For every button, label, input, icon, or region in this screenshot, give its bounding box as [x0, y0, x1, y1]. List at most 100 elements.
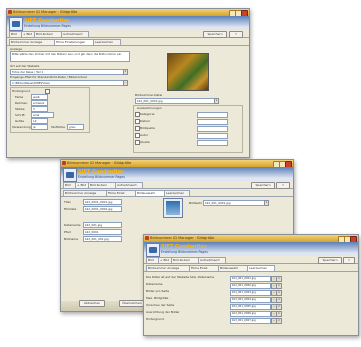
main-tabs: Bild + Bild Bild ändern Aufnahmeort Spei…: [61, 181, 293, 189]
field-label-0: Titel: [64, 200, 71, 204]
datum-field[interactable]: [197, 119, 228, 125]
tab-add-bild[interactable]: + Bild: [21, 31, 35, 38]
kategorie-field[interactable]: [197, 112, 228, 118]
verwendung-field[interactable]: ja: [31, 124, 48, 130]
dateiname-field[interactable]: bild_001.jpg: [83, 222, 122, 228]
sub-tabs: Bildnummer Anzeige Filme Einst. Bildausw…: [144, 264, 358, 272]
main-tabs: Bild + Bild Bild ändern Aufnahmeort Spei…: [144, 256, 358, 264]
row-value-field[interactable]: bild_001_0002.jpg: [230, 282, 271, 289]
app-icon: [145, 236, 149, 240]
list-item: Hintergrund bild_001_0007.jpg … ×: [146, 317, 356, 324]
clear-icon[interactable]: ×: [276, 289, 282, 296]
tab-aufnahmeort[interactable]: Aufnahmeort: [198, 257, 226, 264]
tab-bild-aendern[interactable]: Bild ändern: [34, 31, 62, 38]
field-label-4: Bildname: [64, 237, 79, 241]
right-row-0: Kategorie: [140, 112, 155, 116]
quelle-field[interactable]: [197, 140, 228, 146]
subtab-leerzeichen[interactable]: Leerzeichen: [164, 190, 190, 197]
app-subtitle: Erstellung Bildnummer-Pages: [78, 175, 125, 179]
tab-aufnahmeort[interactable]: Aufnahmeort: [115, 182, 143, 189]
preview-image: [167, 53, 209, 91]
window-settings-main: Bildnummer ID Manager · Bildgröße SIFT G…: [6, 8, 250, 158]
chevron-down-icon[interactable]: ▾: [123, 69, 128, 75]
window-file-list: Bildnummer ID Manager · Bildgröße SIFT G…: [143, 234, 359, 336]
row-value-field[interactable]: bild_001_0001.jpg: [230, 275, 271, 282]
field1-label: Ort auf der Website: [10, 64, 40, 68]
app-header: SIFT Goodwriter Erstellung Bildnummer-Pa…: [61, 167, 293, 182]
clear-icon[interactable]: ×: [276, 282, 282, 289]
clear-icon[interactable]: ×: [276, 317, 282, 324]
subtab-filme-einstellungen[interactable]: Filme Einst.: [106, 190, 136, 197]
help-button[interactable]: ?: [229, 31, 243, 38]
left-label-6: Verwendung: [12, 125, 31, 129]
tab-add-bild[interactable]: + Bild: [75, 182, 89, 189]
bildname-field[interactable]: bild_001_001.jpg: [83, 236, 122, 242]
field-label-1: Filmliste: [64, 207, 77, 211]
filmliste-field[interactable]: bild_0001_0002.jpg: [83, 206, 122, 212]
select-label: Bildwahl: [189, 201, 202, 205]
field-label-3: Pfad: [64, 230, 71, 234]
subtab-bildauswahl[interactable]: Bildauswahl: [218, 265, 248, 272]
left-label-3: Stärke: [15, 107, 25, 111]
subtab-filme-einstellungen[interactable]: Filme Einstellungen: [54, 39, 94, 46]
auszeichnungen-label: Auszeichnungen: [137, 106, 162, 110]
apply-button[interactable]: Übernehmen: [119, 300, 145, 307]
clear-icon[interactable]: ×: [276, 296, 282, 303]
help-button[interactable]: ?: [343, 257, 355, 264]
left-label-4: Schrift: [15, 113, 25, 117]
clear-icon[interactable]: ×: [276, 275, 282, 282]
tab-add-bild[interactable]: + Bild: [158, 257, 172, 264]
app-logo-icon: [63, 168, 77, 182]
image-file-field[interactable]: bild_001_0001.jpg: [135, 98, 216, 104]
pfad-field[interactable]: bild_0001: [83, 229, 122, 235]
subtab-bildnummer-anzeige[interactable]: Bildnummer Anzeige: [63, 190, 107, 197]
source-path-field[interactable]: C:\Bilder\Reise\2008\Fotos\: [10, 80, 125, 86]
row-label: Hintergrund: [146, 317, 165, 321]
subtab-bildnummer-anzeige[interactable]: Bildnummer Anzeige: [9, 39, 55, 46]
chevron-down-icon[interactable]: ▾: [214, 98, 219, 104]
app-header: SIFT Goodwriter Erstellung Bildnummer-Pa…: [7, 16, 249, 31]
textfarbe-field[interactable]: grau: [67, 124, 84, 130]
subtab-filme-einstellungen[interactable]: Filme Einst.: [189, 265, 219, 272]
field-label-2: Dateiname: [64, 223, 81, 227]
folder-browse-icon[interactable]: …: [123, 80, 128, 86]
row-label: Dateiname: [146, 282, 163, 286]
row-value-field[interactable]: bild_001_0004.jpg: [230, 296, 271, 303]
row-value-field[interactable]: bild_001_0006.jpg: [230, 310, 271, 317]
tab-bild-aendern[interactable]: Bild ändern: [88, 182, 116, 189]
window-title: Bildnummer ID Manager · Bildgröße: [13, 10, 78, 14]
app-header: SIFT Goodwriter Erstellung Bildnummer-Pa…: [144, 242, 358, 257]
right-label: Bildnummer-Datei: [135, 93, 163, 97]
cancel-button[interactable]: Abbrechen: [79, 300, 105, 307]
app-icon: [62, 161, 66, 165]
app-icon: [8, 10, 12, 14]
save-button[interactable]: Speichern: [203, 31, 227, 38]
row-value-field[interactable]: bild_001_0003.jpg: [230, 289, 271, 296]
tab-bild-aendern[interactable]: Bild ändern: [171, 257, 199, 264]
right-row-3: Autor: [140, 133, 149, 137]
list-item: Vorschau der Seite bild_001_0005.jpg … ×: [146, 303, 356, 310]
subtab-bildnummer-anzeige[interactable]: Bildnummer Anzeige: [146, 265, 190, 272]
titel-field[interactable]: bild_0001_0001.jpg: [83, 199, 122, 205]
image-select-field[interactable]: bild_001_0001.jpg: [203, 200, 266, 206]
subtab-bildauswahl[interactable]: Bildauswahl: [135, 190, 165, 197]
clear-icon[interactable]: ×: [276, 303, 282, 310]
save-button[interactable]: Speichern: [318, 257, 342, 264]
clear-icon[interactable]: ×: [276, 310, 282, 317]
help-button[interactable]: ?: [276, 182, 290, 189]
autor-field[interactable]: [197, 133, 228, 139]
chevron-down-icon[interactable]: ▾: [264, 200, 269, 206]
row-value-field[interactable]: bild_001_0005.jpg: [230, 303, 271, 310]
subtab-leerzeichen[interactable]: Leerzeichen: [247, 265, 275, 272]
left-label-5: Größe: [15, 119, 25, 123]
description-textarea[interactable]: Bitte wähle den Ordner mit den Bildern a…: [10, 51, 130, 62]
bildquelle-field[interactable]: [197, 126, 228, 132]
row-value-field[interactable]: bild_001_0007.jpg: [230, 317, 271, 324]
field2-label: Eingangs-Pfad für Standardbild-Datei / B…: [10, 75, 88, 79]
app-subtitle: Erstellung Bildnummer-Pages: [161, 250, 208, 254]
save-button[interactable]: Speichern: [251, 182, 275, 189]
main-tabs: Bild + Bild Bild ändern Aufnahmeort Spei…: [7, 30, 249, 38]
tab-aufnahmeort[interactable]: Aufnahmeort: [61, 31, 89, 38]
subtab-leerzeichen[interactable]: Leerzeichen: [93, 39, 121, 46]
list-item: Dateiname bild_001_0002.jpg … ×: [146, 282, 356, 289]
